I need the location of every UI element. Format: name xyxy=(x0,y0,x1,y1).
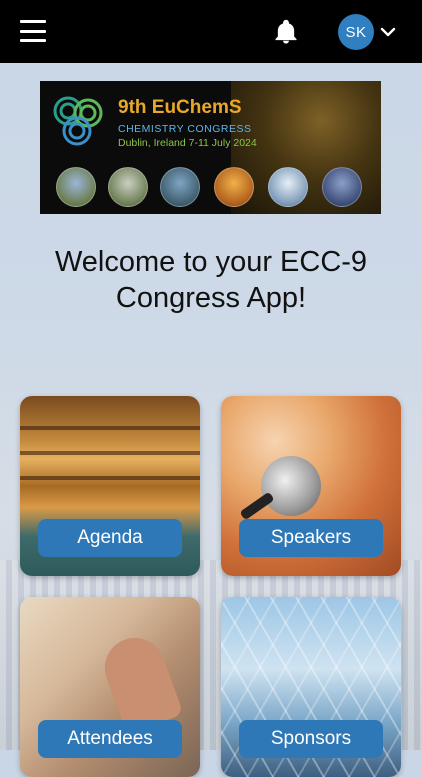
chevron-down-icon[interactable] xyxy=(380,24,396,40)
tile-decoration xyxy=(20,426,200,430)
agenda-button[interactable]: Agenda xyxy=(38,519,182,557)
speakers-button[interactable]: Speakers xyxy=(239,519,383,557)
welcome-line-2: Congress App! xyxy=(115,282,307,314)
photo-circle xyxy=(268,167,308,207)
banner-location-dates: Dublin, Ireland 7-11 July 2024 xyxy=(118,137,257,149)
banner-title: 9th EuChemS xyxy=(118,97,242,118)
attendees-button[interactable]: Attendees xyxy=(38,720,182,758)
tile-decoration xyxy=(20,476,200,480)
congress-banner: 9th EuChemS CHEMISTRY CONGRESS Dublin, I… xyxy=(40,81,381,214)
banner-photo-circles xyxy=(56,167,376,207)
speakers-tile[interactable]: Speakers xyxy=(221,396,401,576)
tile-decoration xyxy=(20,451,200,455)
photo-circle xyxy=(56,167,96,207)
bell-icon[interactable] xyxy=(272,18,300,46)
top-app-bar: SK xyxy=(0,0,422,63)
triskele-logo-icon xyxy=(53,96,103,146)
welcome-heading: Welcome to your ECC-9 Congress App! xyxy=(0,244,422,316)
user-initials: SK xyxy=(345,23,367,41)
clapping-hands-image xyxy=(96,629,184,735)
attendees-tile[interactable]: Attendees xyxy=(20,597,200,777)
microphone-image xyxy=(261,456,321,516)
photo-circle xyxy=(214,167,254,207)
hamburger-menu-icon[interactable] xyxy=(20,20,46,42)
photo-circle xyxy=(108,167,148,207)
banner-subtitle: CHEMISTRY CONGRESS xyxy=(118,123,252,135)
sponsors-tile[interactable]: Sponsors xyxy=(221,597,401,777)
photo-circle xyxy=(322,167,362,207)
photo-circle xyxy=(160,167,200,207)
sponsors-button[interactable]: Sponsors xyxy=(239,720,383,758)
welcome-line-1: Welcome to your ECC-9 xyxy=(54,246,368,278)
agenda-tile[interactable]: Agenda xyxy=(20,396,200,576)
user-avatar[interactable]: SK xyxy=(338,14,374,50)
